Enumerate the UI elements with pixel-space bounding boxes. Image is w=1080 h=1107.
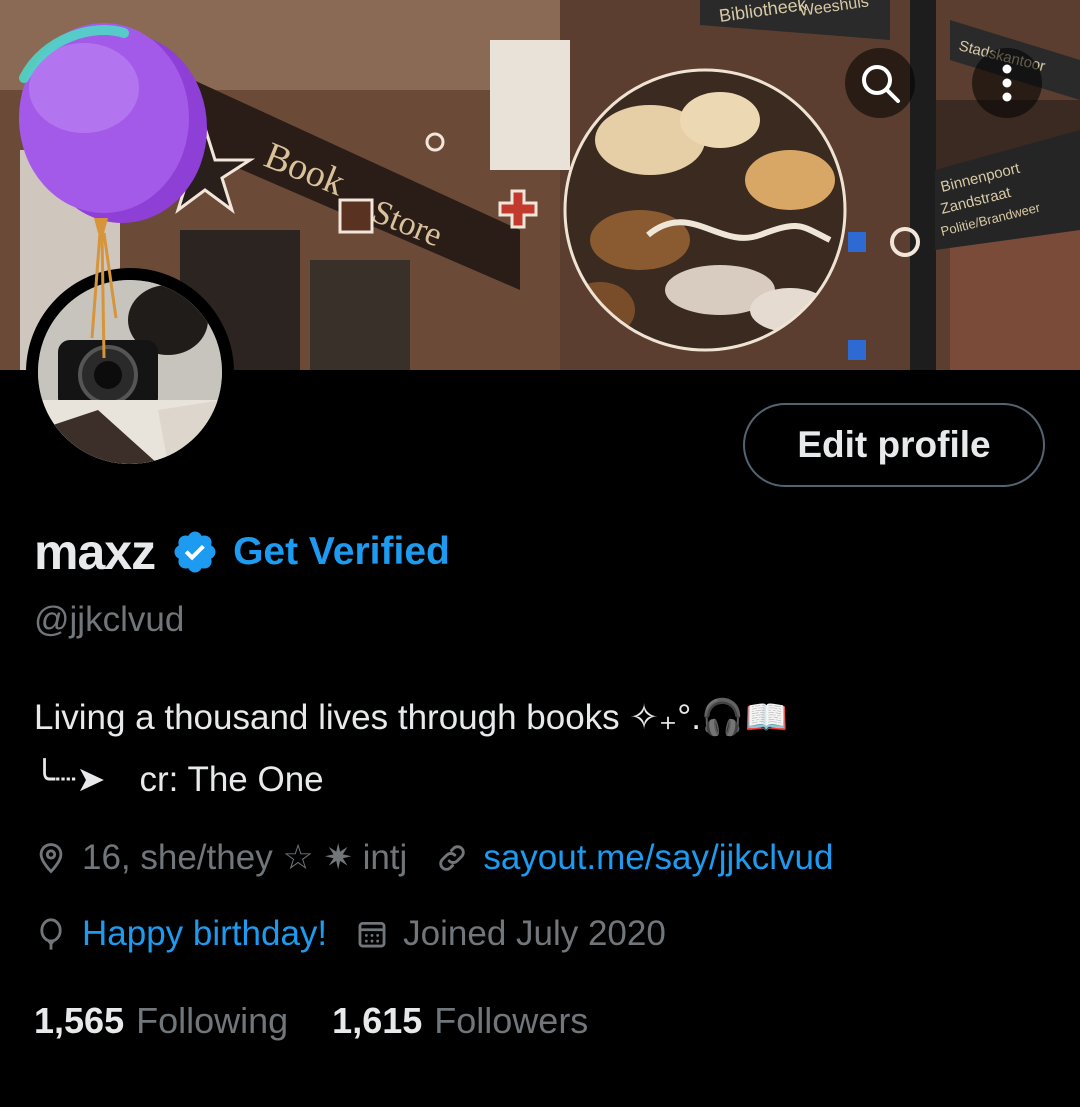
location-item: 16, she/they ☆ ✷ intj [34, 838, 407, 878]
profile-meta-row-1: 16, she/they ☆ ✷ intj sayout.me/say/jjkc… [34, 838, 861, 878]
followers-label: Followers [434, 1000, 589, 1041]
profile-bio: Living a thousand lives through books ✧₊… [34, 687, 788, 811]
website-link[interactable]: sayout.me/say/jjkclvud [483, 838, 833, 878]
birthday-link[interactable]: Happy birthday! [82, 914, 327, 954]
search-icon [862, 65, 900, 103]
follow-stats: 1,565 Following 1,615 Followers [34, 1000, 632, 1042]
display-name: maxz [34, 524, 156, 580]
birthday-balloon-decoration [19, 23, 207, 359]
link-icon [439, 845, 465, 871]
verified-badge-icon [174, 531, 216, 573]
bio-arrow: ╰┈➤ [34, 760, 106, 799]
birthday-item[interactable]: Happy birthday! [34, 914, 327, 954]
following-stat[interactable]: 1,565 Following [34, 1000, 288, 1042]
user-handle: @jjkclvud [34, 600, 185, 639]
following-count: 1,565 [34, 1000, 125, 1041]
followers-count: 1,615 [332, 1000, 423, 1041]
profile-meta-row-2: Happy birthday! Joined July 2020 [34, 914, 694, 954]
joined-item: Joined July 2020 [355, 914, 666, 954]
balloon-icon [40, 918, 62, 950]
search-button[interactable] [845, 48, 915, 118]
more-options-button[interactable] [972, 48, 1042, 118]
location-text: 16, she/they ☆ ✷ intj [82, 838, 408, 877]
bio-credit: cr: The One [139, 760, 324, 799]
calendar-icon [358, 921, 386, 948]
name-row: maxz Get Verified [34, 522, 450, 582]
joined-text: Joined July 2020 [403, 914, 666, 953]
bio-line-2: ╰┈➤ cr: The One [34, 749, 788, 811]
edit-profile-button[interactable]: Edit profile [743, 403, 1045, 487]
location-pin-icon [39, 843, 63, 874]
website-item[interactable]: sayout.me/say/jjkclvud [435, 838, 833, 878]
bio-line-1: Living a thousand lives through books ✧₊… [34, 698, 789, 737]
get-verified-link[interactable]: Get Verified [233, 530, 450, 574]
more-vertical-icon [1002, 64, 1012, 102]
followers-stat[interactable]: 1,615 Followers [332, 1000, 588, 1042]
following-label: Following [136, 1000, 289, 1041]
